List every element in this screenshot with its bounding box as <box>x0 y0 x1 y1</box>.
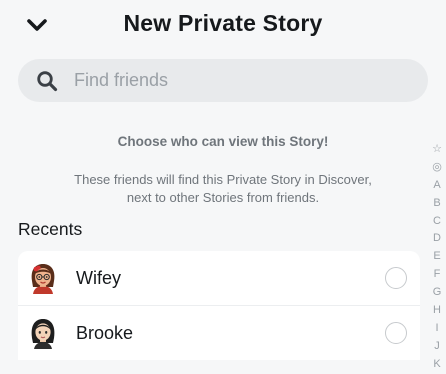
alphabet-index-item[interactable]: ☆ <box>430 141 444 159</box>
alphabet-index-item[interactable]: K <box>430 356 444 374</box>
info-text: These friends will find this Private Sto… <box>0 171 446 207</box>
info-text-line: next to other Stories from friends. <box>126 190 320 205</box>
search-input[interactable] <box>72 69 428 92</box>
bitmoji-avatar <box>31 264 55 294</box>
alphabet-index[interactable]: ☆ ◎ A B C D E F G H I J K <box>430 141 444 374</box>
alphabet-index-item[interactable]: E <box>430 248 444 266</box>
info-heading: Choose who can view this Story! <box>117 134 329 149</box>
info-text-line: These friends will find this Private Sto… <box>74 172 372 187</box>
alphabet-index-item[interactable]: I <box>430 320 444 338</box>
bitmoji-avatar <box>31 319 55 349</box>
page-title: New Private Story <box>123 10 323 36</box>
friend-row-wifey[interactable]: Wifey <box>18 251 420 305</box>
search-icon <box>37 70 58 91</box>
friends-list: Wifey Brooke <box>18 251 420 360</box>
alphabet-index-item[interactable]: J <box>430 338 444 356</box>
alphabet-index-item[interactable]: ◎ <box>430 159 444 177</box>
alphabet-index-item[interactable]: C <box>430 213 444 231</box>
alphabet-index-item[interactable]: D <box>430 230 444 248</box>
friend-row-brooke[interactable]: Brooke <box>18 305 420 360</box>
recents-heading: Recents <box>18 219 83 239</box>
select-radio[interactable] <box>385 267 407 289</box>
header: New Private Story <box>0 0 446 52</box>
friend-name: Wifey <box>76 267 121 288</box>
alphabet-index-item[interactable]: G <box>430 284 444 302</box>
alphabet-index-item[interactable]: H <box>430 302 444 320</box>
select-radio[interactable] <box>385 322 407 344</box>
search-bar[interactable] <box>18 59 428 102</box>
alphabet-index-item[interactable]: B <box>430 195 444 213</box>
friend-name: Brooke <box>76 322 134 343</box>
alphabet-index-item[interactable]: A <box>430 177 444 195</box>
alphabet-index-item[interactable]: F <box>430 266 444 284</box>
